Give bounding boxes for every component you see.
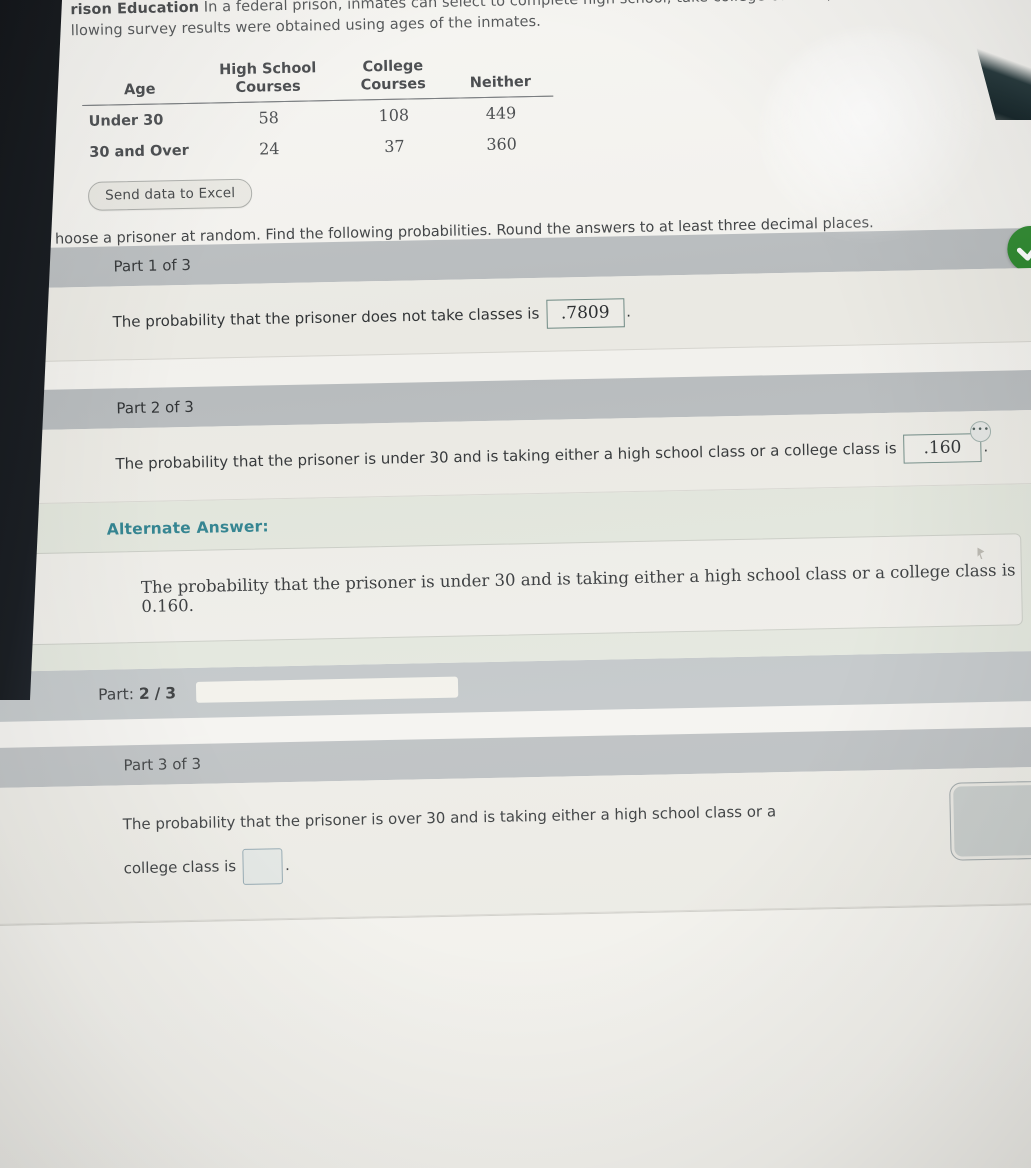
part-1-answer-input[interactable]: .7809	[545, 298, 625, 330]
col-header-college-line2: Courses	[360, 76, 426, 94]
part-1-correct-check-icon	[1006, 225, 1031, 273]
survey-data-table: Age High School Courses College Courses …	[81, 52, 554, 169]
col-header-high-school: High School Courses	[196, 56, 339, 104]
page-bottom-blank	[0, 902, 1031, 1168]
progress-current: 2	[138, 684, 150, 703]
close-x-icon[interactable]: ✕	[949, 778, 1031, 862]
row-label-under-30: Under 30	[88, 112, 164, 130]
cell-under30-high-school: 58	[258, 108, 280, 128]
part-3-period: .	[284, 856, 291, 875]
progress-separator: /	[154, 684, 161, 703]
part-1-heading-label: Part 1 of 3	[113, 256, 192, 276]
progress-prefix: Part:	[97, 684, 135, 704]
part-3-statement-line2: college class is	[123, 857, 237, 878]
col-header-college: College Courses	[338, 54, 449, 101]
cell-under30-college: 108	[378, 105, 410, 126]
alternate-answer-title: Alternate Answer:	[106, 517, 270, 539]
cell-30over-neither: 360	[486, 134, 518, 155]
send-data-to-excel-button[interactable]: Send data to Excel	[87, 178, 253, 212]
col-header-neither-label: Neither	[469, 74, 532, 92]
part-3-body: The probability that the prisoner is ove…	[0, 765, 1031, 926]
alternate-answer-text: The probability that the prisoner is und…	[140, 560, 1016, 617]
alternate-answer-box: The probability that the prisoner is und…	[11, 533, 1023, 646]
col-header-neither: Neither	[447, 52, 554, 99]
alternate-answer-section: Alternate Answer: The probability that t…	[0, 482, 1031, 673]
ellipsis-icon[interactable]: •••	[969, 421, 992, 443]
part-2-heading-label: Part 2 of 3	[116, 398, 195, 418]
question-intro: rison Education In a federal prison, inm…	[70, 0, 1031, 42]
part-2-answer-value: .160	[923, 437, 962, 459]
col-header-age: Age	[81, 59, 198, 106]
part-3-statement-line1: The probability that the prisoner is ove…	[122, 802, 777, 834]
part-2-answer-input[interactable]: .160 •••	[903, 421, 992, 464]
part-1-period: .	[626, 302, 632, 321]
question-intro-line1: In a federal prison, inmates can select …	[199, 0, 967, 16]
part-3-heading-label: Part 3 of 3	[123, 755, 202, 775]
row-label-30-and-over: 30 and Over	[89, 142, 189, 161]
question-intro-line2: llowing survey results were obtained usi…	[70, 13, 542, 40]
question-sheet: rison Education In a federal prison, inm…	[0, 0, 1031, 1168]
col-header-age-label: Age	[123, 81, 156, 99]
part-2-statement: The probability that the prisoner is und…	[115, 439, 897, 474]
progress-bar-track	[195, 676, 459, 704]
progress-total: 3	[165, 684, 177, 703]
part-3-answer-input[interactable]	[242, 848, 284, 886]
progress-label: Part: 2 / 3	[98, 684, 176, 704]
cell-30over-college: 37	[384, 136, 405, 157]
col-header-high-school-line2: Courses	[235, 78, 301, 97]
table-body: Under 30 58 108 449 30 and Over 24 37 36…	[82, 96, 554, 168]
part-1-statement: The probability that the prisoner does n…	[112, 304, 540, 332]
col-header-high-school-line1: High School	[219, 60, 317, 79]
cell-under30-neither: 449	[485, 103, 517, 124]
question-title: rison Education	[70, 0, 200, 19]
cell-30over-high-school: 24	[258, 139, 280, 159]
mouse-cursor-icon	[977, 547, 984, 559]
col-header-college-line1: College	[362, 58, 424, 76]
question-content: rison Education In a federal prison, inm…	[0, 0, 1031, 1168]
photo-of-screen: rison Education In a federal prison, inm…	[0, 0, 1031, 1168]
